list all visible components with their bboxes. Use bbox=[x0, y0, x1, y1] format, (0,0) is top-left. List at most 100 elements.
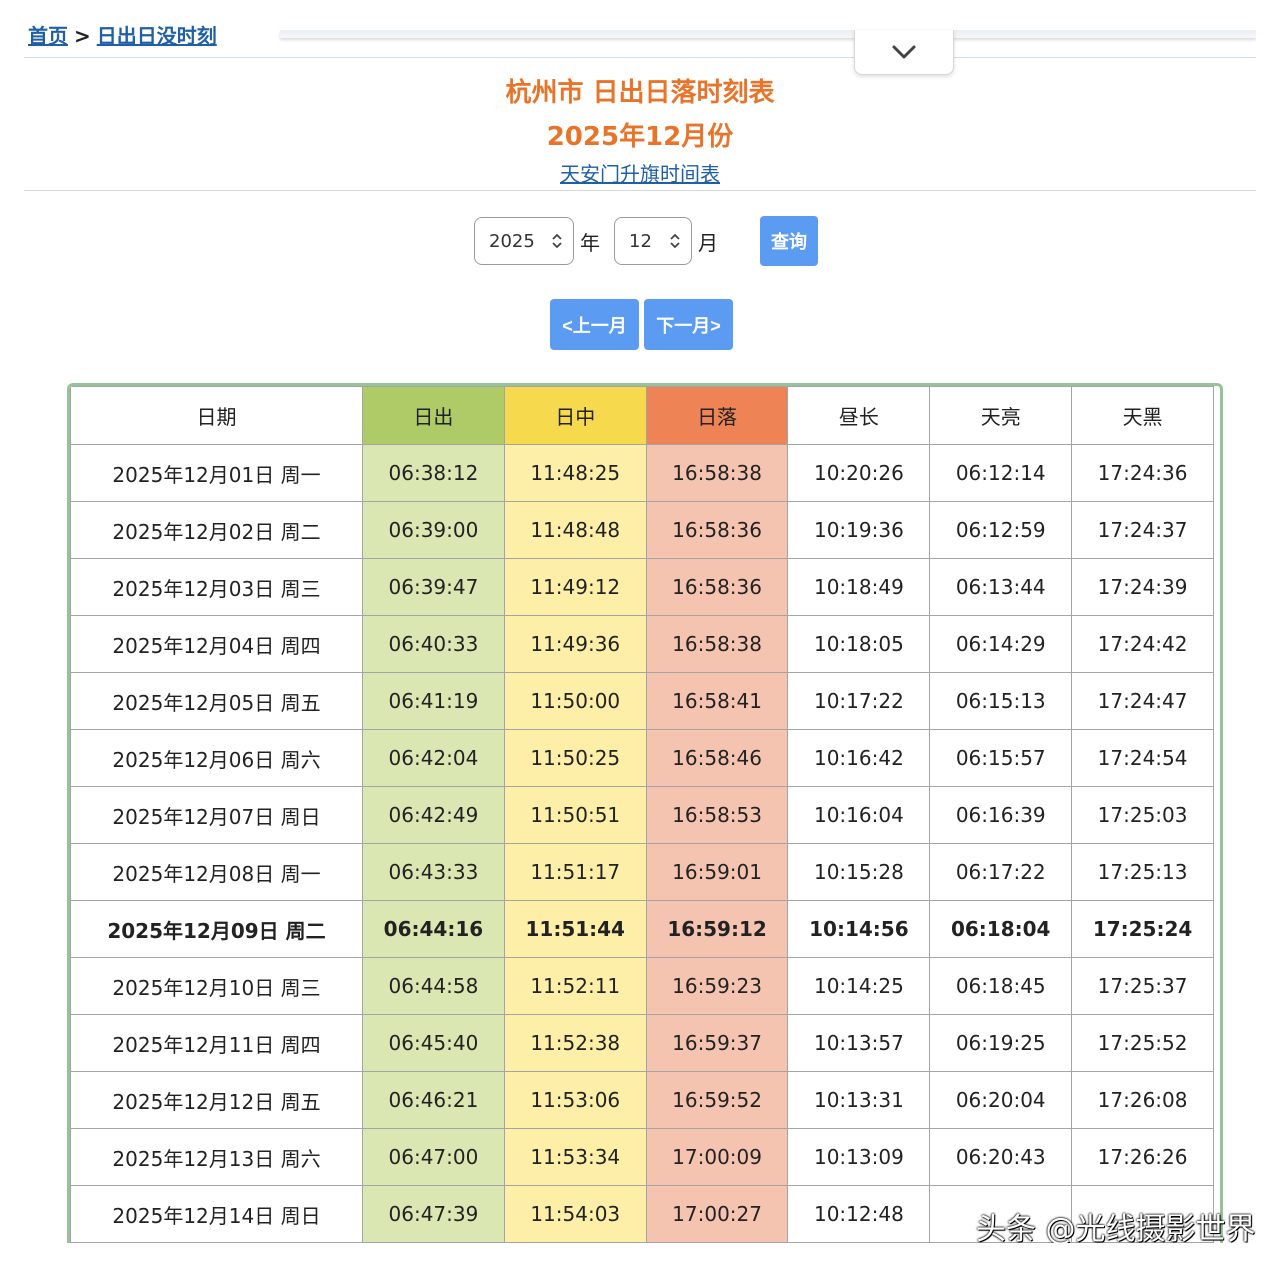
table-row: 2025年12月02日 周二 06:39:00 11:48:48 16:58:36 10… bbox=[70, 501, 1214, 559]
table-row: 2025年12月12日 周五 06:46:21 11:53:06 16:59:52 10… bbox=[70, 1071, 1214, 1129]
page-frame: 首页 > 日出日没时刻 杭州市 日出日落时刻表 2025年12月份 天安门升旗时… bbox=[24, 0, 1256, 1243]
cell-date: 2025年12月02日 周二 bbox=[70, 501, 363, 559]
cell-dusk: 17:24:42 bbox=[1071, 615, 1214, 673]
header-divider bbox=[24, 190, 1256, 191]
cell-sunrise: 06:43:33 bbox=[362, 843, 505, 901]
cell-sunset: 16:58:41 bbox=[645, 672, 789, 730]
cell-dawn: 06:12:14 bbox=[929, 444, 1073, 502]
page-title: 杭州市 日出日落时刻表 bbox=[505, 78, 775, 108]
breadcrumb-current-link[interactable]: 日出日没时刻 bbox=[97, 20, 217, 49]
cell-daylength: 10:14:25 bbox=[787, 957, 931, 1015]
breadcrumb-separator: > bbox=[74, 24, 91, 48]
cell-noon: 11:48:48 bbox=[503, 501, 647, 559]
prev-month-button[interactable]: <上一月 bbox=[550, 299, 639, 350]
cell-sunrise: 06:45:40 bbox=[362, 1014, 505, 1072]
cell-dawn: 06:16:39 bbox=[929, 786, 1073, 844]
cell-daylength: 10:20:26 bbox=[787, 444, 931, 502]
cell-date: 2025年12月13日 周六 bbox=[70, 1128, 363, 1186]
year-select[interactable]: 2025 bbox=[474, 217, 574, 265]
cell-daylength: 10:19:36 bbox=[787, 501, 931, 559]
cell-dusk: 17:25:37 bbox=[1071, 957, 1214, 1015]
query-button[interactable]: 查询 bbox=[760, 216, 818, 266]
watermark: 头条 @光线摄影世界 bbox=[976, 1212, 1256, 1243]
cell-sunset: 17:00:09 bbox=[645, 1128, 789, 1186]
cell-sunrise: 06:44:16 bbox=[362, 900, 505, 958]
cell-daylength: 10:13:31 bbox=[787, 1071, 931, 1129]
cell-noon: 11:52:38 bbox=[503, 1014, 647, 1072]
cell-daylength: 10:12:48 bbox=[787, 1185, 931, 1243]
cell-dusk: 17:24:39 bbox=[1071, 558, 1214, 616]
cell-sunset: 16:58:53 bbox=[645, 786, 789, 844]
cell-sunset: 16:59:52 bbox=[645, 1071, 789, 1129]
month-select[interactable]: 12 bbox=[614, 217, 692, 265]
cell-dusk: 17:24:37 bbox=[1071, 501, 1214, 559]
cell-dusk: 17:25:13 bbox=[1071, 843, 1214, 901]
cell-sunrise: 06:44:58 bbox=[362, 957, 505, 1015]
cell-dusk: 17:26:26 bbox=[1071, 1128, 1214, 1186]
date-selector: 2025 年 12 月 查询 bbox=[474, 216, 818, 266]
top-divider bbox=[24, 57, 1256, 58]
cell-date: 2025年12月07日 周日 bbox=[70, 786, 363, 844]
updown-chevron-icon bbox=[670, 233, 680, 249]
cell-sunrise: 06:42:49 bbox=[362, 786, 505, 844]
cell-date: 2025年12月12日 周五 bbox=[70, 1071, 363, 1129]
table-row: 2025年12月04日 周四 06:40:33 11:49:36 16:58:38 10… bbox=[70, 615, 1214, 673]
cell-date: 2025年12月09日 周二 bbox=[70, 900, 363, 958]
table-row: 2025年12月13日 周六 06:47:00 11:53:34 17:00:09 10… bbox=[70, 1128, 1214, 1186]
table-body: 2025年12月01日 周一 06:38:12 11:48:25 16:58:38 10… bbox=[70, 444, 1214, 1243]
cell-sunset: 16:58:46 bbox=[645, 729, 789, 787]
cell-noon: 11:49:12 bbox=[503, 558, 647, 616]
cell-sunrise: 06:41:19 bbox=[362, 672, 505, 730]
updown-chevron-icon bbox=[552, 233, 562, 249]
cell-dusk: 17:24:54 bbox=[1071, 729, 1214, 787]
cell-daylength: 10:13:57 bbox=[787, 1014, 931, 1072]
next-month-button[interactable]: 下一月> bbox=[644, 299, 733, 350]
cell-sunset: 16:58:36 bbox=[645, 558, 789, 616]
year-select-value: 2025 bbox=[489, 230, 535, 252]
cell-date: 2025年12月10日 周三 bbox=[70, 957, 363, 1015]
table-row: 2025年12月09日 周二 06:44:16 11:51:44 16:59:12 10… bbox=[70, 900, 1214, 958]
cell-date: 2025年12月03日 周三 bbox=[70, 558, 363, 616]
cell-noon: 11:50:00 bbox=[503, 672, 647, 730]
col-header-dusk: 天黑 bbox=[1071, 386, 1214, 445]
cell-noon: 11:53:34 bbox=[503, 1128, 647, 1186]
table-row: 2025年12月10日 周三 06:44:58 11:52:11 16:59:23 10… bbox=[70, 957, 1214, 1015]
breadcrumb: 首页 > 日出日没时刻 bbox=[28, 20, 217, 49]
cell-sunset: 16:59:37 bbox=[645, 1014, 789, 1072]
cell-dusk: 17:25:03 bbox=[1071, 786, 1214, 844]
cell-sunset: 16:58:36 bbox=[645, 501, 789, 559]
cell-sunrise: 06:39:00 bbox=[362, 501, 505, 559]
table-header-row: 日期 日出 日中 日落 昼长 天亮 天黑 bbox=[70, 386, 1214, 445]
cell-sunset: 16:59:01 bbox=[645, 843, 789, 901]
cell-sunrise: 06:42:04 bbox=[362, 729, 505, 787]
cell-dawn: 06:18:04 bbox=[929, 900, 1073, 958]
top-bar bbox=[280, 30, 1256, 38]
cell-sunrise: 06:38:12 bbox=[362, 444, 505, 502]
cell-noon: 11:50:51 bbox=[503, 786, 647, 844]
cell-sunset: 16:58:38 bbox=[645, 615, 789, 673]
cell-date: 2025年12月04日 周四 bbox=[70, 615, 363, 673]
cell-dawn: 06:19:25 bbox=[929, 1014, 1073, 1072]
cell-daylength: 10:18:49 bbox=[787, 558, 931, 616]
cell-sunrise: 06:47:00 bbox=[362, 1128, 505, 1186]
cell-daylength: 10:17:22 bbox=[787, 672, 931, 730]
col-header-sunset: 日落 bbox=[645, 386, 789, 445]
col-header-dawn: 天亮 bbox=[929, 386, 1073, 445]
breadcrumb-home-link[interactable]: 首页 bbox=[28, 20, 68, 49]
year-unit-label: 年 bbox=[580, 230, 600, 255]
cell-sunrise: 06:40:33 bbox=[362, 615, 505, 673]
col-header-noon: 日中 bbox=[503, 386, 647, 445]
flag-raising-link[interactable]: 天安门升旗时间表 bbox=[560, 162, 720, 186]
chevron-down-icon bbox=[892, 45, 916, 59]
cell-daylength: 10:18:05 bbox=[787, 615, 931, 673]
cell-date: 2025年12月06日 周六 bbox=[70, 729, 363, 787]
col-header-date: 日期 bbox=[70, 386, 363, 445]
cell-dawn: 06:17:22 bbox=[929, 843, 1073, 901]
cell-noon: 11:50:25 bbox=[503, 729, 647, 787]
collapse-toggle-button[interactable] bbox=[854, 30, 954, 75]
cell-date: 2025年12月05日 周五 bbox=[70, 672, 363, 730]
cell-dawn: 06:13:44 bbox=[929, 558, 1073, 616]
cell-noon: 11:53:06 bbox=[503, 1071, 647, 1129]
cell-sunset: 17:00:27 bbox=[645, 1185, 789, 1243]
cell-daylength: 10:14:56 bbox=[787, 900, 931, 958]
